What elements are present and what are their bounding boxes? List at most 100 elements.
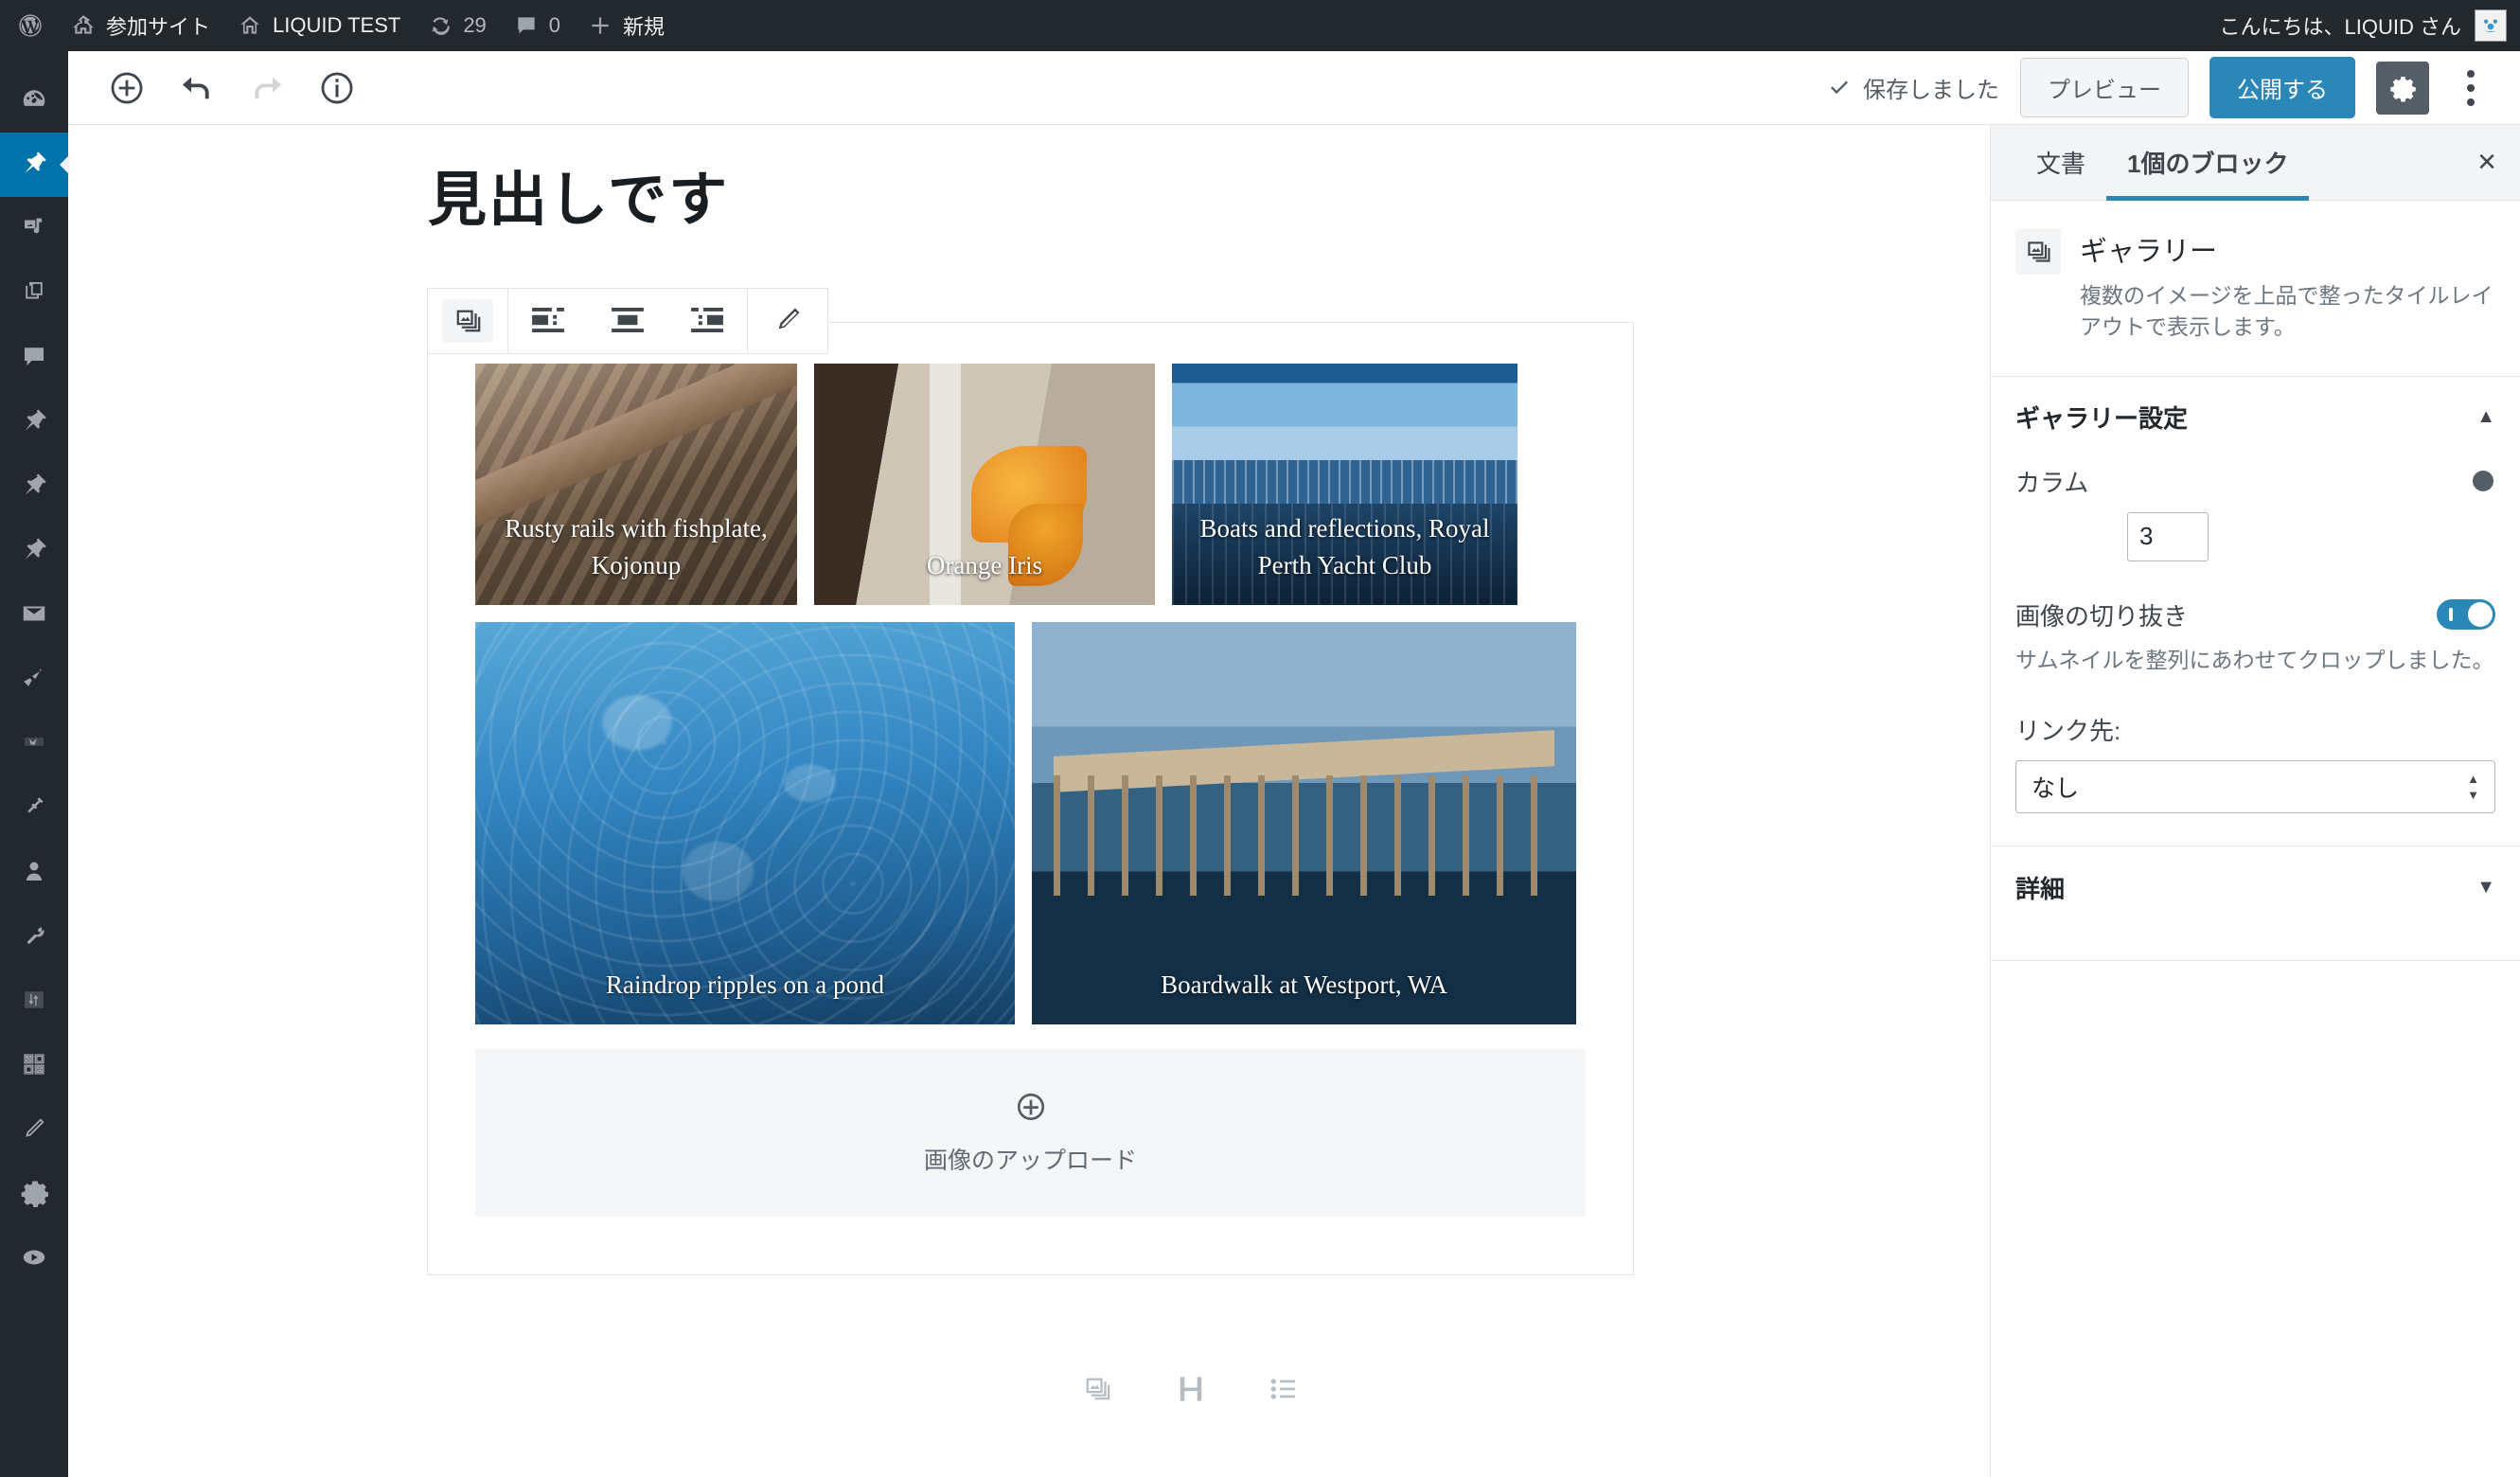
columns-row: カラム: [2015, 464, 2495, 499]
align-left-button[interactable]: [508, 289, 588, 353]
adminbar-new-content[interactable]: 新規: [574, 0, 678, 51]
sidebar-item-users[interactable]: [0, 841, 68, 905]
paintbrush-icon: [20, 664, 48, 697]
crop-images-toggle[interactable]: [2437, 599, 2495, 631]
sidebar-item-mail[interactable]: [0, 583, 68, 648]
gallery-inner: Rusty rails with fishplate, Kojonup Oran…: [428, 323, 1633, 1217]
sidebar-item-blocks[interactable]: [0, 1034, 68, 1098]
adminbar-wordpress-logo[interactable]: [0, 0, 57, 51]
link-to-label: リンク先:: [2015, 717, 2121, 746]
comment-bubble-icon: [513, 12, 540, 39]
gallery-item[interactable]: Raindrop ripples on a pond: [475, 622, 1015, 1024]
gear-icon: [20, 1179, 49, 1212]
adminbar-site-name[interactable]: LIQUID TEST: [223, 0, 414, 51]
align-right-button[interactable]: [667, 289, 747, 353]
edit-gallery-button[interactable]: [748, 289, 827, 353]
admin-bar: 参加サイト LIQUID TEST 29 0 新規 こんにちは、LIQUID さ…: [0, 0, 2520, 51]
gallery-item-caption[interactable]: Orange Iris: [814, 538, 1155, 605]
sidebar-item-posts[interactable]: [0, 133, 68, 197]
sidebar-item-custom-post-3[interactable]: [0, 519, 68, 583]
gallery-grid: Rusty rails with fishplate, Kojonup Oran…: [475, 364, 1586, 1024]
advanced-panel-header[interactable]: 詳細 ▼: [2015, 846, 2495, 928]
alignment-group: [508, 289, 748, 353]
sidebar-item-dashboard[interactable]: [0, 68, 68, 133]
adminbar-comments[interactable]: 0: [500, 0, 574, 51]
gallery-item-caption[interactable]: Raindrop ripples on a pond: [475, 957, 1015, 1024]
tab-block[interactable]: 1個のブロック: [2106, 124, 2310, 201]
wrench-icon: [20, 921, 48, 954]
align-left-icon: [532, 307, 564, 335]
block-type-gallery-button[interactable]: [428, 289, 507, 353]
preview-button[interactable]: プレビュー: [2020, 58, 2189, 117]
crumb-list-icon[interactable]: [1269, 1374, 1299, 1409]
link-to-select[interactable]: なし ▲ ▼: [2015, 760, 2495, 814]
chevron-down-icon[interactable]: ▼: [2476, 877, 2495, 899]
adminbar-greeting: こんにちは、LIQUID さん: [2219, 15, 2461, 39]
adminbar-comments-count: 0: [548, 13, 561, 37]
page-title[interactable]: 見出しです: [428, 151, 729, 237]
sidebar-item-tools[interactable]: [0, 905, 68, 970]
publish-button[interactable]: 公開する: [2209, 57, 2355, 118]
columns-number-input[interactable]: [2127, 511, 2209, 561]
sidebar-item-custom-post-2[interactable]: [0, 454, 68, 519]
redo-button[interactable]: [244, 65, 290, 111]
sidebar-item-comments[interactable]: [0, 326, 68, 390]
gallery-item-caption[interactable]: Boardwalk at Westport, WA: [1032, 957, 1576, 1024]
media-icon: [20, 213, 48, 246]
settings-toggle-button[interactable]: [2376, 61, 2429, 115]
save-status-label: 保存しました: [1863, 78, 1999, 103]
advanced-panel: 詳細 ▼: [1991, 846, 2520, 962]
gallery-block[interactable]: Rusty rails with fishplate, Kojonup Oran…: [427, 322, 1634, 1275]
sidebar-item-custom-post-1[interactable]: [0, 390, 68, 454]
adminbar-account[interactable]: こんにちは、LIQUID さん: [2220, 9, 2520, 42]
columns-range-slider[interactable]: [2473, 471, 2493, 492]
undo-button[interactable]: [174, 65, 220, 111]
sidebar-item-pages[interactable]: [0, 261, 68, 326]
chevron-up-icon[interactable]: ▲: [2476, 406, 2495, 428]
advanced-panel-title: 詳細: [2015, 874, 2066, 903]
sidebar-item-appearance[interactable]: [0, 648, 68, 712]
sidebar-item-settings[interactable]: [0, 1163, 68, 1227]
sidebar-item-player[interactable]: [0, 1227, 68, 1291]
sidebar-item-plugin-brand[interactable]: [0, 712, 68, 776]
pencil-icon: [20, 1114, 48, 1148]
gallery-settings-title: ギャラリー設定: [2015, 404, 2189, 434]
crumb-gallery-icon[interactable]: [1081, 1373, 1113, 1410]
gallery-item[interactable]: Rusty rails with fishplate, Kojonup: [475, 364, 797, 605]
gallery-item[interactable]: Orange Iris: [814, 364, 1155, 605]
adminbar-updates[interactable]: 29: [414, 0, 499, 51]
pin-icon: [20, 406, 48, 439]
block-type-group: [428, 289, 508, 353]
link-to-value: なし: [2032, 775, 2080, 803]
sidebar-item-editor[interactable]: [0, 1098, 68, 1163]
add-block-button[interactable]: [104, 65, 150, 111]
block-title: ギャラリー: [2080, 237, 2218, 267]
content-structure-button[interactable]: [314, 65, 360, 111]
plus-icon: [587, 12, 613, 39]
adminbar-my-sites[interactable]: 参加サイト: [57, 0, 223, 51]
more-tools-button[interactable]: [2450, 62, 2492, 115]
close-sidebar-button[interactable]: ×: [2454, 125, 2520, 201]
brand-y-icon: [20, 728, 48, 761]
plug-icon: [20, 792, 48, 826]
align-center-button[interactable]: [588, 289, 667, 353]
sidebar-item-media[interactable]: [0, 197, 68, 261]
tab-document[interactable]: 文書: [2015, 125, 2106, 201]
breadcrumb: [1081, 1373, 1299, 1410]
gallery-settings-header[interactable]: ギャラリー設定 ▲: [2015, 377, 2495, 458]
block-description: 複数のイメージを上品で整ったタイルレイアウトで表示します。: [2080, 283, 2493, 340]
gallery-item-caption[interactable]: Rusty rails with fishplate, Kojonup: [475, 501, 797, 605]
plus-circle-icon: [1014, 1090, 1048, 1129]
wordpress-logo-icon: [17, 12, 44, 39]
adminbar-new-content-label: 新規: [623, 15, 665, 39]
gallery-item[interactable]: Boats and reflections, Royal Perth Yacht…: [1172, 364, 1517, 605]
crumb-heading-icon[interactable]: [1178, 1373, 1204, 1410]
gallery-icon: [442, 299, 493, 343]
gallery-item[interactable]: Boardwalk at Westport, WA: [1032, 622, 1576, 1024]
avatar[interactable]: [2475, 9, 2507, 42]
sidebar-item-analytics[interactable]: [0, 970, 68, 1034]
editor-canvas: 見出しです Rusty rails with fishplate, Kojonu…: [68, 125, 1990, 1477]
sidebar-item-plugins[interactable]: [0, 776, 68, 841]
upload-images-dropzone[interactable]: 画像のアップロード: [475, 1049, 1586, 1217]
gallery-item-caption[interactable]: Boats and reflections, Royal Perth Yacht…: [1172, 501, 1517, 605]
